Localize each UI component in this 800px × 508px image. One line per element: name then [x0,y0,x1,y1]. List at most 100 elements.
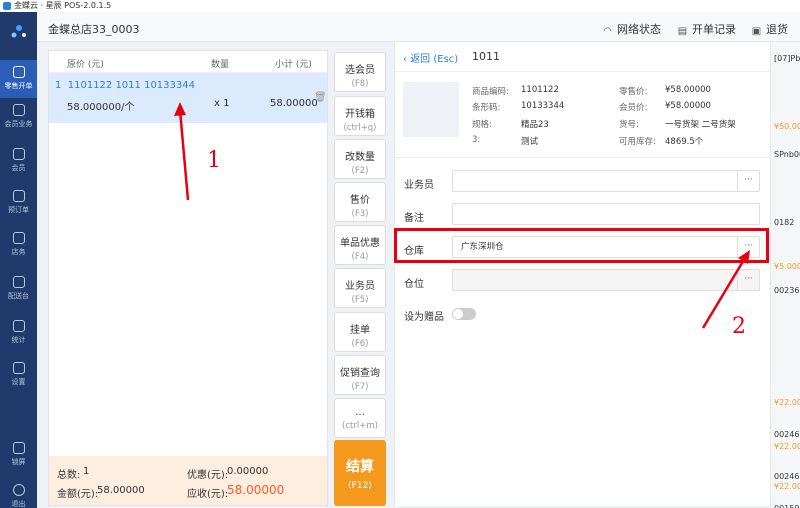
salesperson-button[interactable]: 业务员 (F5) [334,268,386,308]
available-stock: 4869.5个 [665,137,704,147]
info-label: 零售价: [619,87,648,97]
remark-field[interactable] [452,203,760,225]
background-list-text: ¥22.00 [774,442,800,451]
order-icon [12,190,25,202]
total-count: 1 [83,466,90,477]
product-detail-panel: ‹ 返回 (Esc) 1011 商品编码: 1101122 零售价: ¥58.0… [394,42,771,506]
more-button[interactable]: ... (ctrl+m) [334,398,386,438]
fkey-label: 促销查询 [340,368,380,379]
change-qty-button[interactable]: 改数量 (F2) [334,139,386,179]
background-product-list: [07]Pb0 ¥50.00 SPnb00 0182 ¥5.000 00236 ¥22.00… [770,42,800,508]
background-list-text: SPnb00 [774,150,800,159]
fkey-shortcut: (F2) [351,166,369,176]
delivery-icon [12,276,25,288]
background-list-text: 00159 [774,504,799,508]
info-label: 可用库存: [619,137,656,147]
sidebar-item-lock[interactable]: 锁屏 [0,436,37,474]
receivable-label: 应收(元): [187,489,229,500]
wifi-icon: ◠ [603,26,612,37]
open-cashbox-button[interactable]: 开钱箱 (ctrl+q) [334,96,386,136]
info-label: 规格: [472,120,492,130]
item-discount-button[interactable]: 单品优惠 (F4) [334,225,386,265]
receipt-icon [12,66,25,78]
sidebar-item-retail[interactable]: 零售开单 [0,60,37,98]
sidebar-item-member[interactable]: 会员 [0,142,37,180]
info-label: 商品编码: [472,87,509,97]
cart-panel: 原价 (元) 数量 小计 (元) 1 1101122 1011 10133344… [48,50,328,506]
fkey-shortcut: (F6) [351,339,369,349]
product-code: 1101122 [521,85,559,95]
divider [395,71,771,72]
store-name: 金蝶总店33_0003 [48,23,140,36]
col-qty: 数量 [211,60,230,70]
background-list-text: [07]Pb0 [774,54,800,63]
info-label: 货号: [619,120,639,130]
salesperson-field[interactable]: ··· [452,170,760,192]
fkey-label: 售价 [350,195,370,206]
annotation-label-2: 2 [732,314,746,339]
store-icon [12,232,25,244]
sidebar-item-exit[interactable]: 退出 [0,478,37,508]
cart-row-subtotal: 58.00000 [270,98,318,109]
gift-toggle[interactable] [452,308,476,320]
remark-label: 备注 [404,213,424,224]
location-field[interactable]: ··· [452,269,760,291]
fkey-shortcut: (F5) [351,295,369,305]
info-label: 条形码: [472,103,501,113]
settle-button[interactable]: 结算 (F12) [334,440,386,506]
price-button[interactable]: 售价 (F3) [334,182,386,222]
sidebar-item-label: 锁屏 [11,458,26,466]
sidebar-item-preorder[interactable]: 预订单 [0,184,37,222]
fkey-label: 业务员 [345,281,375,292]
divider [395,157,771,158]
network-status-label: 网络状态 [617,23,661,36]
fkey-shortcut: (F3) [351,209,369,219]
return-goods-button[interactable]: ▣ 退货 [751,21,788,37]
cart-header: 原价 (元) 数量 小计 (元) [49,51,327,73]
cart-row-code-text: 1101122 1011 10133344 [67,80,195,91]
receivable-value: 58.00000 [227,483,285,497]
cart-row-qty: x 1 [214,98,230,109]
sidebar-item-store[interactable]: 店务 [0,226,37,264]
trash-icon[interactable]: 🗑 [314,92,327,103]
sidebar-item-stats[interactable]: 统计 [0,314,37,352]
sidebar-item-label: 配送台 [8,292,29,300]
network-status-button[interactable]: ◠ 网络状态 [602,21,661,37]
member-price: ¥58.00000 [665,101,711,111]
sidebar-item-settings[interactable]: 设置 [0,356,37,394]
fkey-label: 开钱箱 [345,109,375,120]
back-label: 返回 (Esc) [410,54,459,65]
gift-label: 设为赠品 [404,312,444,323]
fkey-label: 选会员 [345,65,375,76]
background-list-text: ¥5.000 [774,262,800,271]
cart-row[interactable]: 1 1101122 1011 10133344 58.000000/个 x 1 … [49,73,327,123]
hold-order-button[interactable]: 挂单 (F6) [334,312,386,352]
cart-row-code: 1 1101122 1011 10133344 [55,80,195,91]
shift-records-button[interactable]: ▤ 开单记录 [677,21,736,37]
sidebar-item-label: 设置 [11,378,26,386]
annotation-label-1: 1 [207,148,221,173]
fkey-label: 改数量 [345,152,375,163]
sidebar-item-label: 店务 [11,248,26,256]
sidebar-item-delivery[interactable]: 配送台 [0,270,37,308]
background-list-text: ¥50.00 [774,122,800,131]
sidebar-item-member-business[interactable]: 会员业务 [0,98,37,136]
select-member-button[interactable]: 选会员 (F8) [334,52,386,92]
amount-label: 金额(元): [57,489,99,500]
sku-title: 1011 [472,50,500,63]
fkey-shortcut: (F7) [351,382,369,392]
back-button[interactable]: ‹ 返回 (Esc) [403,50,458,65]
fkey-label: 单品优惠 [340,238,380,249]
promotion-query-button[interactable]: 促销查询 (F7) [334,355,386,395]
more-options-icon[interactable]: ··· [737,270,759,290]
document-icon: ▤ [677,26,688,37]
info-label: 会员价: [619,103,648,113]
window-titlebar: 金蝶云 · 星辰 POS-2.0.1.5 [0,0,800,12]
sidebar-item-label: 预订单 [8,206,29,214]
background-list-text: ¥22.00 [774,398,800,407]
stats-icon [12,320,25,332]
sidebar-item-label: 会员 [11,164,26,172]
cart-row-index: 1 [55,80,62,91]
more-options-icon[interactable]: ··· [737,171,759,191]
background-list-text: 00246 [774,430,800,439]
